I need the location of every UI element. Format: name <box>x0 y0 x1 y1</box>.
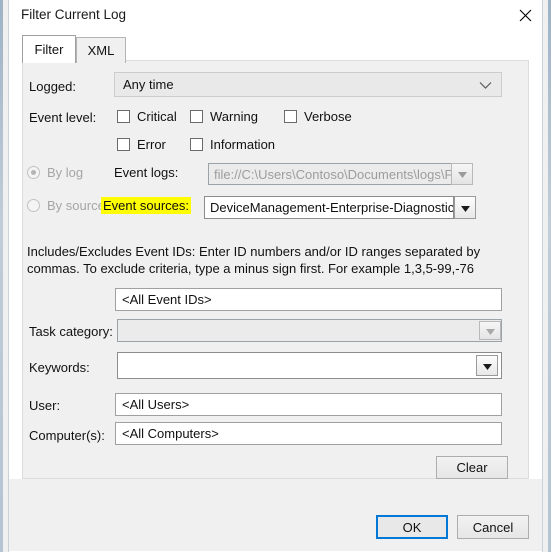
keywords-combobox[interactable] <box>117 352 502 379</box>
user-label: User: <box>29 398 61 413</box>
event-sources-label: Event sources: <box>101 197 191 214</box>
title-bar: Filter Current Log <box>9 0 542 31</box>
ok-button[interactable]: OK <box>376 515 448 539</box>
event-logs-label: Event logs: <box>114 165 179 180</box>
checkbox-box <box>117 110 130 123</box>
event-logs-dropdown-button[interactable] <box>451 163 473 185</box>
event-logs-value: file://C:\Users\Contoso\Documents\logs\F… <box>214 166 456 182</box>
tab-xml[interactable]: XML <box>76 37 126 63</box>
radio-box <box>27 199 40 212</box>
computers-value: <All Computers> <box>122 426 219 441</box>
tab-strip: Filter XML <box>9 31 542 63</box>
radio-by-log[interactable]: By log <box>27 165 83 180</box>
radio-box <box>27 166 40 179</box>
task-category-label: Task category: <box>29 324 113 339</box>
close-icon[interactable] <box>508 0 542 30</box>
event-ids-input[interactable]: <All Event IDs> <box>115 288 502 311</box>
checkbox-box <box>117 138 130 151</box>
radio-label: By source <box>47 198 105 213</box>
keywords-label: Keywords: <box>29 360 90 375</box>
event-sources-value: DeviceManagement-Enterprise-Diagnostics-… <box>210 200 453 215</box>
logged-value: Any time <box>123 77 174 92</box>
checkbox-error[interactable]: Error <box>117 137 166 152</box>
chevron-down-icon <box>479 77 492 92</box>
clear-button[interactable]: Clear <box>436 456 508 479</box>
window-left-border <box>0 0 3 552</box>
checkbox-label: Critical <box>137 109 177 124</box>
triangle-down-icon <box>482 357 492 375</box>
user-value: <All Users> <box>122 397 190 412</box>
checkbox-information[interactable]: Information <box>190 137 275 152</box>
checkbox-label: Verbose <box>304 109 352 124</box>
tab-filter[interactable]: Filter <box>22 35 76 63</box>
task-category-dropdown-button[interactable] <box>479 321 501 340</box>
event-sources-combobox[interactable]: DeviceManagement-Enterprise-Diagnostics-… <box>204 196 454 219</box>
task-category-combobox[interactable] <box>117 319 502 342</box>
filter-current-log-dialog: Filter Current Log Filter XML Logged: An… <box>0 0 551 552</box>
checkbox-label: Information <box>210 137 276 152</box>
checkbox-box <box>284 110 297 123</box>
checkbox-box <box>190 138 203 151</box>
logged-combobox[interactable]: Any time <box>114 72 502 97</box>
user-input[interactable]: <All Users> <box>115 393 502 416</box>
event-sources-dropdown-button[interactable] <box>454 196 476 219</box>
computers-label: Computer(s): <box>29 428 105 443</box>
checkbox-critical[interactable]: Critical <box>117 109 177 124</box>
checkbox-verbose[interactable]: Verbose <box>284 109 352 124</box>
window-title: Filter Current Log <box>21 7 127 22</box>
keywords-dropdown-button[interactable] <box>476 355 498 376</box>
triangle-down-icon <box>457 165 467 183</box>
cancel-button[interactable]: Cancel <box>457 515 529 539</box>
event-ids-hint: Includes/Excludes Event IDs: Enter ID nu… <box>27 244 481 276</box>
radio-by-source[interactable]: By source <box>27 198 105 213</box>
checkbox-warning[interactable]: Warning <box>190 109 258 124</box>
triangle-down-icon <box>460 199 470 217</box>
checkbox-label: Warning <box>210 109 258 124</box>
event-logs-combobox[interactable]: file://C:\Users\Contoso\Documents\logs\F… <box>208 163 457 185</box>
triangle-down-icon <box>485 322 495 340</box>
computers-input[interactable]: <All Computers> <box>115 422 502 445</box>
checkbox-box <box>190 110 203 123</box>
logged-label: Logged: <box>29 79 76 94</box>
radio-label: By log <box>47 165 84 180</box>
event-ids-value: <All Event IDs> <box>122 292 212 307</box>
checkbox-label: Error <box>137 137 166 152</box>
event-level-label: Event level: <box>29 110 97 125</box>
